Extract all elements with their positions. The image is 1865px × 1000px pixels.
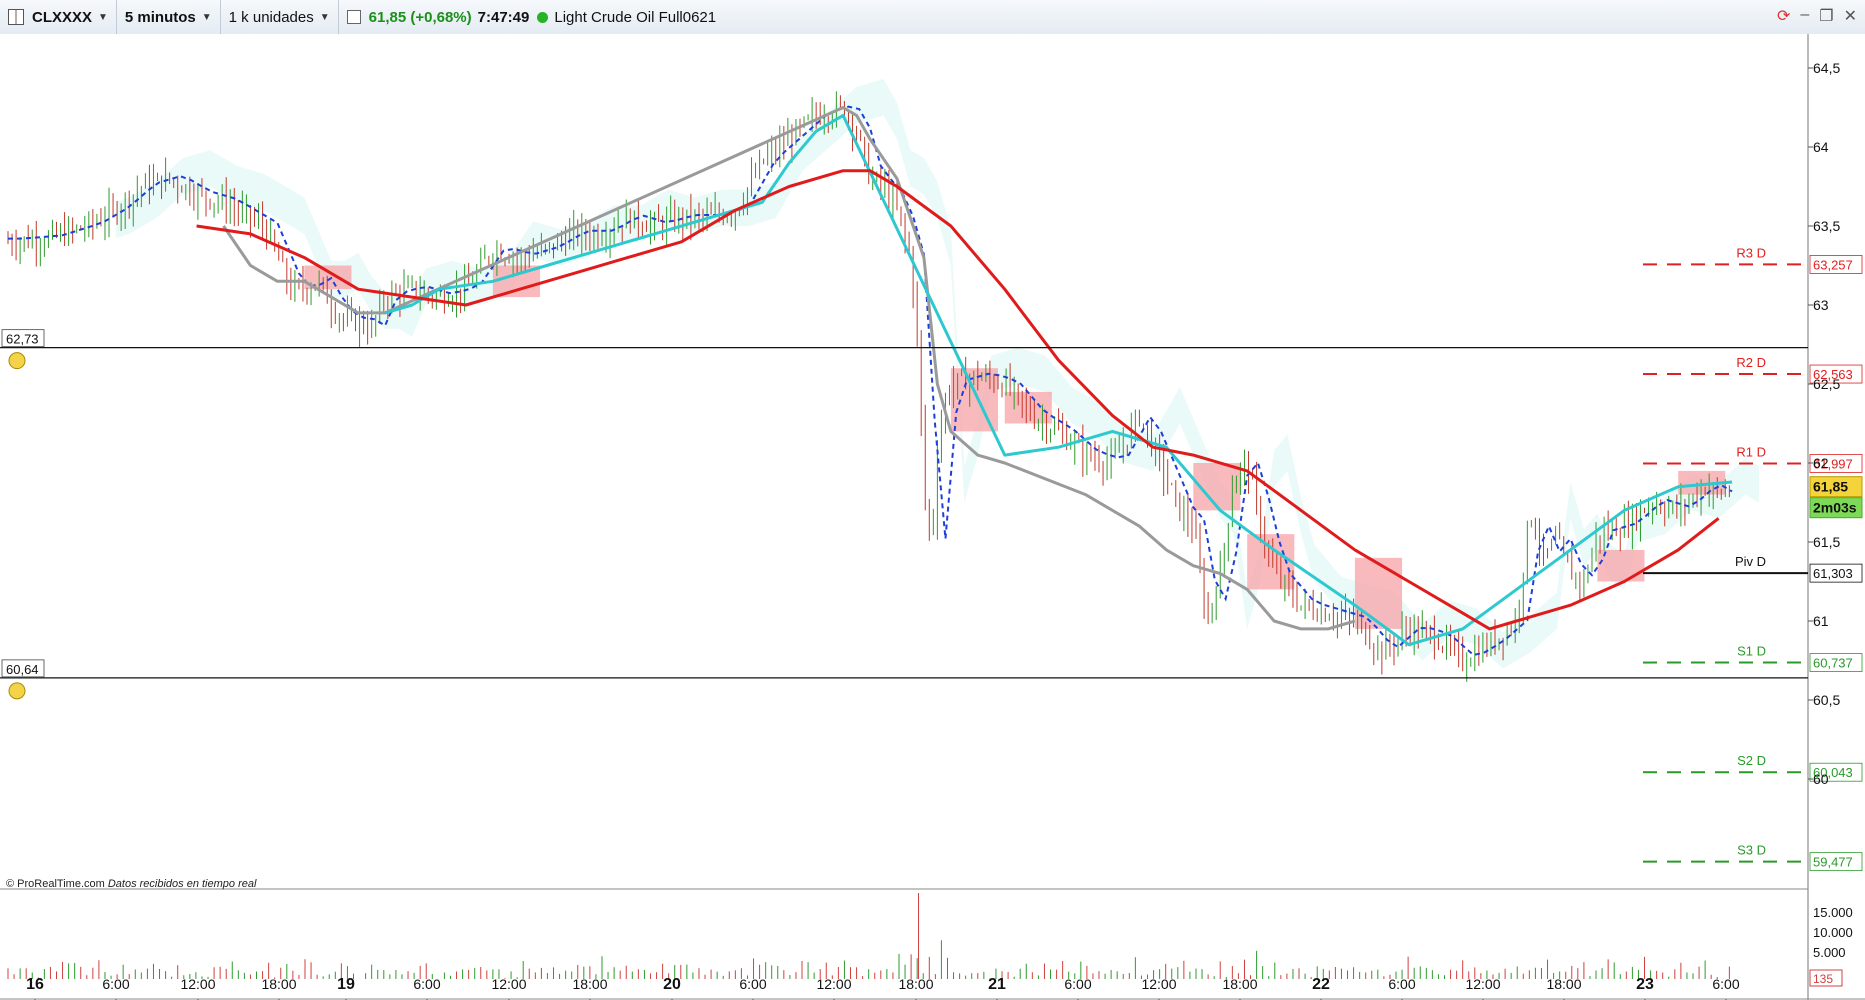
x-tick-label: 6:00 [1712,976,1739,992]
x-tick-label: 18:00 [1222,976,1257,992]
pivot-name: S1 D [1737,644,1766,659]
quote-info: 61,85 (+0,68%) 7:47:49 Light Crude Oil F… [339,0,724,34]
horizontal-line-label: 60,64 [6,662,39,677]
x-tick-label: 12:00 [816,976,851,992]
x-tick-label: 6:00 [102,976,129,992]
x-tick-label: 19 [337,976,355,993]
volume-tick-label: 10.000 [1813,925,1853,940]
x-tick-label: 6:00 [1064,976,1091,992]
x-tick-label: 12:00 [1465,976,1500,992]
y-tick-label: 64,5 [1813,60,1840,76]
pivot-price-label: 61,303 [1813,566,1853,581]
live-status-icon [537,11,549,23]
realtime-text: Datos recibidos en tiempo real [107,878,257,890]
pivot-name: R2 D [1736,355,1766,370]
chart-type-icon [8,9,24,25]
x-tick-label: 20 [663,976,681,993]
timeframe-selector[interactable]: 5 minutos ▼ [117,0,221,34]
symbol-selector[interactable]: CLXXXX ▼ [0,0,117,34]
instrument-name: Light Crude Oil Full0621 [554,8,717,26]
y-tick-label: 62,5 [1813,376,1840,392]
x-tick-label: 16 [26,976,44,993]
x-tick-label: 22 [1312,976,1330,993]
chevron-down-icon: ▼ [98,11,108,23]
last-price-change: 61,85 (+0,68%) [368,8,472,26]
pivot-name: S3 D [1737,843,1766,858]
units-selector[interactable]: 1 k unidades ▼ [221,0,339,34]
data-source-note: © ProRealTime.com Datos recibidos en tie… [6,878,256,890]
horizontal-line-label: 62,73 [6,332,39,347]
bell-alert-icon[interactable] [8,352,26,370]
x-tick-label: 12:00 [491,976,526,992]
y-tick-label: 61 [1813,613,1829,629]
x-tick-label: 12:00 [180,976,215,992]
x-tick-label: 18:00 [1546,976,1581,992]
y-tick-label: 60 [1813,771,1829,787]
pivot-name: R3 D [1736,245,1766,260]
volume-tick-label: 5.000 [1813,945,1846,960]
price-chart[interactable]: 62,7360,64R3 D63,257R2 D62,563R1 D61,997… [0,34,1865,1000]
pivot-name: R1 D [1736,444,1766,459]
chart-toolbar: CLXXXX ▼ 5 minutos ▼ 1 k unidades ▼ 61,8… [0,0,1865,35]
countdown-label: 2m03s [1813,500,1857,516]
x-tick-label: 6:00 [1388,976,1415,992]
close-icon[interactable]: ✕ [1844,6,1857,26]
x-tick-label: 18:00 [261,976,296,992]
y-tick-label: 63 [1813,297,1829,313]
volume-tick-label: 15.000 [1813,905,1853,920]
refresh-icon[interactable]: ⟳ [1777,6,1790,26]
units-label: 1 k unidades [228,8,314,26]
x-tick-label: 21 [988,976,1006,993]
bell-alert-icon[interactable] [8,682,26,700]
x-tick-label: 18:00 [572,976,607,992]
pivot-price-label: 60,737 [1813,656,1853,671]
timeframe-label: 5 minutos [124,8,196,26]
y-tick-label: 63,5 [1813,218,1840,234]
quote-time: 7:47:49 [477,8,530,26]
copyright-text: © ProRealTime.com [6,878,105,890]
x-tick-label: 23 [1636,976,1654,993]
chevron-down-icon: ▼ [201,11,212,23]
pivot-name: S2 D [1737,753,1766,768]
x-tick-label: 6:00 [413,976,440,992]
restore-icon[interactable]: ❐ [1819,6,1833,26]
x-tick-label: 18:00 [898,976,933,992]
y-tick-label: 61,5 [1813,534,1840,550]
current-price-label: 61,85 [1813,479,1848,495]
pivot-price-label: 59,477 [1813,855,1853,870]
ichimoku-cloud-bear-segment [1004,391,1052,424]
pivot-name: Piv D [1735,554,1766,569]
chevron-down-icon: ▼ [319,11,330,23]
minimize-icon[interactable]: – [1800,6,1809,26]
info-icon[interactable] [346,10,361,24]
pivot-price-label: 63,257 [1813,257,1853,272]
y-tick-label: 60,5 [1813,692,1840,708]
x-tick-label: 6:00 [739,976,766,992]
x-tick-label: 12:00 [1141,976,1176,992]
symbol-label: CLXXXX [32,8,93,26]
volume-last-label: 135 [1813,972,1833,986]
y-tick-label: 64 [1813,139,1829,155]
window-buttons: ⟳ – ❐ ✕ [1777,6,1857,26]
y-tick-label: 62 [1813,455,1829,471]
